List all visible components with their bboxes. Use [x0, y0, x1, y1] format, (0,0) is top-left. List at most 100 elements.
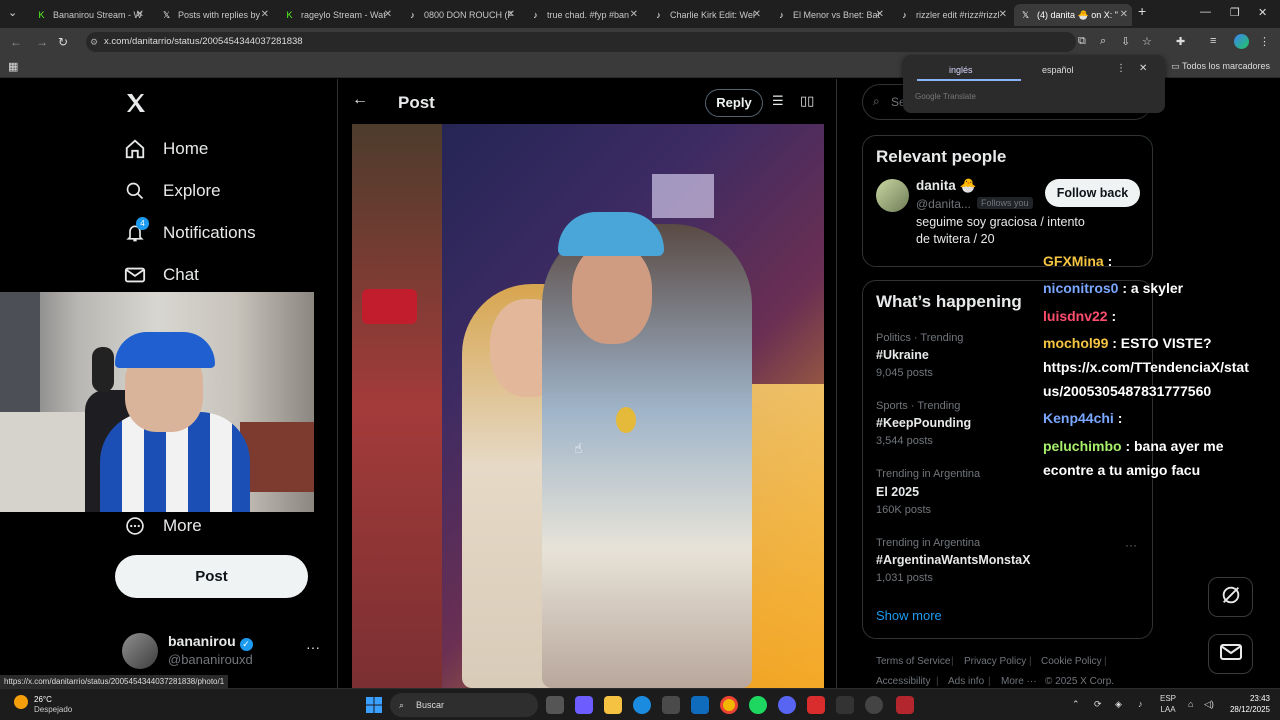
- site-info-icon[interactable]: ⚙: [90, 32, 98, 52]
- minimize-icon[interactable]: —: [1200, 6, 1211, 18]
- app-dark-icon[interactable]: [836, 696, 854, 714]
- reload-icon[interactable]: ↻: [58, 35, 68, 49]
- browser-tab[interactable]: ♪ El Menor vs Bnet: Bat ✕: [770, 4, 888, 26]
- task-view-icon[interactable]: [546, 696, 564, 714]
- person-name[interactable]: danita 🐣: [916, 178, 976, 194]
- close-tab-icon[interactable]: ✕: [136, 9, 144, 20]
- all-bookmarks-folder[interactable]: ▭ Todos los marcadores: [1171, 61, 1270, 72]
- store-icon[interactable]: [662, 696, 680, 714]
- obs-icon[interactable]: [865, 696, 883, 714]
- post-photo[interactable]: ☝: [352, 124, 824, 688]
- app-calendar-icon[interactable]: [896, 696, 914, 714]
- reader-view-icon[interactable]: ▯▯: [800, 93, 814, 109]
- footer-link[interactable]: Terms of Service: [876, 656, 950, 667]
- network-icon[interactable]: ⌂: [1188, 699, 1193, 709]
- close-tab-icon[interactable]: ✕: [753, 9, 761, 20]
- new-tab-button[interactable]: +: [1138, 3, 1146, 19]
- browser-tab[interactable]: ♪ 0800 DON ROUCH (F ✕: [401, 4, 519, 26]
- clock[interactable]: 23:43 28/12/2025: [1224, 693, 1270, 715]
- start-icon[interactable]: [366, 697, 382, 713]
- outlook-icon[interactable]: [691, 696, 709, 714]
- discord-icon[interactable]: [778, 696, 796, 714]
- translate-icon[interactable]: ⧉: [1078, 35, 1086, 48]
- browser-tab-title: Charlie Kirk Edit: Wel: [670, 10, 755, 20]
- footer-link[interactable]: More ···: [1001, 676, 1037, 687]
- browser-tab[interactable]: 𝕏 Posts with replies by ✕: [155, 4, 273, 26]
- tray-mic-icon[interactable]: ♪: [1138, 699, 1143, 709]
- restore-icon[interactable]: ❐: [1230, 6, 1240, 19]
- close-tab-icon[interactable]: ✕: [630, 9, 638, 20]
- close-tab-icon[interactable]: ✕: [1120, 9, 1128, 20]
- sidebar-item-notifications[interactable]: 4 Notifications: [124, 217, 256, 244]
- post-button[interactable]: Post: [115, 555, 308, 598]
- trend-name: #ArgentinaWantsMonstaX: [876, 553, 1031, 567]
- edge-icon[interactable]: [633, 696, 651, 714]
- browser-tab[interactable]: 𝕏 (4) danita 🐣 on X: " ✕: [1014, 4, 1132, 26]
- url-field[interactable]: ⚙ x.com/danitarrio/status/20054543440372…: [86, 32, 1076, 52]
- browser-tab[interactable]: K Bananirou Stream - W ✕: [30, 4, 148, 26]
- close-tab-icon[interactable]: ✕: [999, 9, 1007, 20]
- back-arrow-icon[interactable]: ←: [352, 91, 368, 109]
- footer-link[interactable]: Accessibility: [876, 676, 930, 687]
- sidebar-item-explore[interactable]: Explore: [124, 180, 221, 202]
- reading-list-icon[interactable]: ≡: [1210, 35, 1216, 47]
- input-language[interactable]: ESP LAA: [1160, 693, 1176, 715]
- copilot-icon[interactable]: [575, 696, 593, 714]
- browser-tab[interactable]: ♪ rizzler edit #rizz#rizzl ✕: [893, 4, 1011, 26]
- sliders-icon[interactable]: ☰: [772, 93, 784, 109]
- spotify-icon[interactable]: [749, 696, 767, 714]
- grok-icon: [1220, 584, 1242, 611]
- bookmark-star-icon[interactable]: ☆: [1142, 35, 1152, 48]
- footer-link[interactable]: Ads info: [948, 676, 984, 687]
- follow-back-button[interactable]: Follow back: [1045, 179, 1140, 207]
- x-logo-icon[interactable]: [124, 91, 148, 120]
- trend-more-icon[interactable]: ···: [1125, 538, 1137, 552]
- close-tab-icon[interactable]: ✕: [507, 9, 515, 20]
- sidebar-item-label: Notifications: [163, 223, 256, 242]
- browser-tab-title: 0800 DON ROUCH (F: [424, 10, 514, 20]
- account-switcher[interactable]: bananirou ✓ @bananirouxd ···: [122, 631, 332, 671]
- translate-lang-source[interactable]: inglés: [949, 65, 973, 75]
- app-red-icon[interactable]: [807, 696, 825, 714]
- close-tab-icon[interactable]: ✕: [384, 9, 392, 20]
- extensions-icon[interactable]: ✚: [1176, 35, 1185, 48]
- browser-tab[interactable]: ♪ true chad. #fyp #ban ✕: [524, 4, 642, 26]
- tray-app-icon[interactable]: ◈: [1115, 699, 1122, 710]
- chrome-icon[interactable]: [720, 696, 738, 714]
- show-more-link[interactable]: Show more: [876, 608, 942, 623]
- grok-button[interactable]: [1208, 577, 1253, 617]
- apps-grid-icon[interactable]: ▦: [8, 60, 18, 73]
- tray-sync-icon[interactable]: ⟳: [1094, 699, 1102, 710]
- tab-list-icon[interactable]: ⌄: [8, 6, 17, 19]
- search-icon: ⌕: [399, 700, 405, 710]
- footer-link[interactable]: Privacy Policy: [964, 656, 1026, 667]
- account-more-icon[interactable]: ···: [306, 639, 320, 655]
- install-icon[interactable]: ⇩: [1121, 35, 1130, 48]
- sidebar-item-more[interactable]: More: [124, 515, 202, 537]
- zoom-icon[interactable]: ⌕: [1100, 35, 1106, 48]
- footer-link[interactable]: Cookie Policy: [1041, 656, 1102, 667]
- translate-menu-icon[interactable]: ⋮: [1116, 63, 1126, 74]
- close-tab-icon[interactable]: ✕: [261, 9, 269, 20]
- sidebar-item-chat[interactable]: Chat: [124, 264, 199, 286]
- avatar[interactable]: [876, 179, 909, 212]
- close-icon[interactable]: ✕: [1139, 63, 1147, 74]
- menu-dots-icon[interactable]: ⋮: [1259, 35, 1270, 48]
- browser-tab[interactable]: Krageylo Stream - Wat ✕: [278, 4, 396, 26]
- close-window-icon[interactable]: ✕: [1258, 6, 1267, 19]
- back-icon[interactable]: ←: [10, 35, 22, 49]
- profile-avatar[interactable]: [1234, 34, 1249, 49]
- volume-icon[interactable]: ◁): [1204, 699, 1214, 710]
- relevant-people-panel: Relevant people danita 🐣 @danita... Foll…: [862, 135, 1153, 267]
- translate-lang-target[interactable]: español: [1042, 65, 1074, 75]
- messages-button[interactable]: [1208, 634, 1253, 674]
- person-bio: seguime soy graciosa / intento de twiter…: [916, 215, 1085, 246]
- taskbar-search[interactable]: ⌕ Buscar: [390, 693, 538, 717]
- file-explorer-icon[interactable]: [604, 696, 622, 714]
- reply-button[interactable]: Reply: [705, 89, 763, 117]
- sidebar-item-home[interactable]: Home: [124, 138, 208, 160]
- tray-chevron-icon[interactable]: ⌃: [1072, 699, 1080, 710]
- close-tab-icon[interactable]: ✕: [876, 9, 884, 20]
- browser-tab[interactable]: ♪ Charlie Kirk Edit: Wel ✕: [647, 4, 765, 26]
- forward-icon[interactable]: →: [36, 35, 48, 49]
